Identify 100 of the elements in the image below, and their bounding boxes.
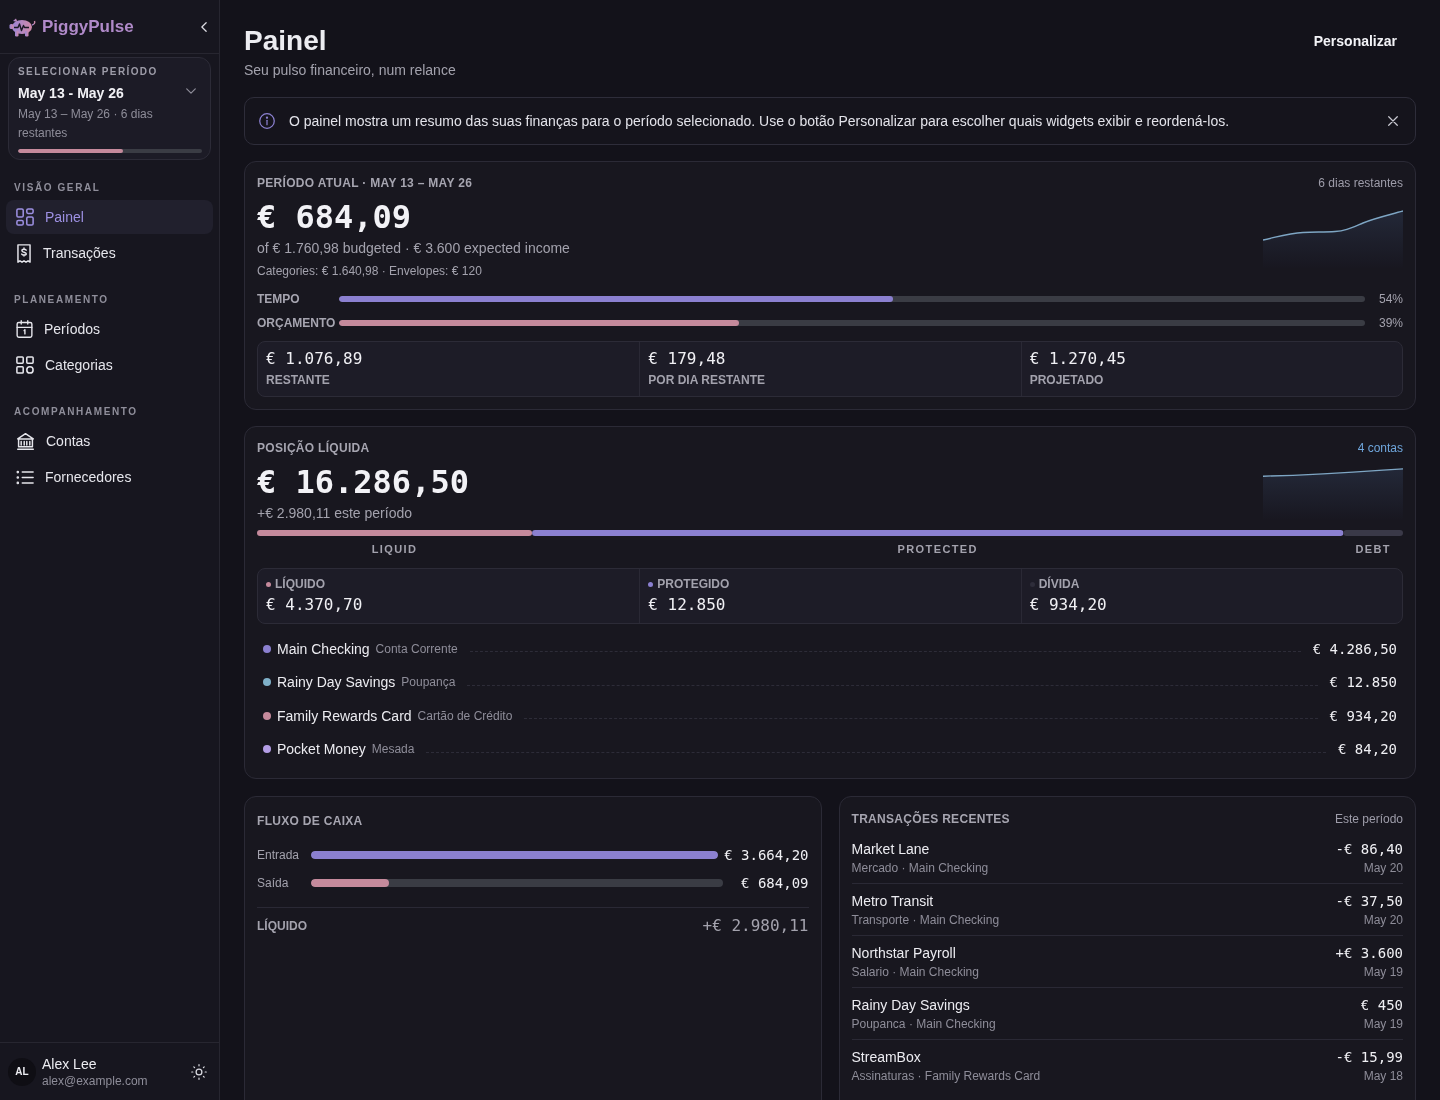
nav-item[interactable]: Categorias <box>6 348 213 382</box>
layout-icon <box>16 208 34 226</box>
card-title: POSIÇÃO LÍQUIDA <box>257 440 371 456</box>
account-type: Mesada <box>371 742 415 757</box>
account-type: Cartão de Crédito <box>417 708 513 723</box>
transaction-date: May 20 <box>1363 912 1403 929</box>
card-title: PERÍODO ATUAL · MAY 13 – MAY 26 <box>257 175 474 191</box>
period-change: +€ 2.980,11 este período <box>257 504 414 522</box>
brand-name: PiggyPulse <box>42 16 135 37</box>
transaction-name: Rainy Day Savings <box>851 996 971 1015</box>
transaction-name: Metro Transit <box>851 892 935 911</box>
account-amount: € 934,20 <box>1329 707 1397 724</box>
net-label: LÍQUIDO <box>257 918 307 933</box>
transaction-name: Market Lane <box>851 840 931 859</box>
segment-label: PROTECTED <box>897 543 978 555</box>
section-title: PLANEAMENTO <box>13 294 110 306</box>
stat-value: € 179,48 <box>648 349 727 369</box>
nav-item[interactable]: Transações <box>6 236 213 270</box>
progress-reading: 54% <box>1377 292 1403 306</box>
account-type: Poupança <box>401 675 456 690</box>
user-email: alex@example.com <box>42 1072 149 1089</box>
progress-label: TEMPO <box>257 292 301 306</box>
accounts-link[interactable]: 4 contas <box>1357 440 1403 456</box>
stat-value: € 1.270,45 <box>1029 349 1127 369</box>
flow-amount: € 684,09 <box>740 875 809 891</box>
segment-label: LIQUID <box>371 543 418 555</box>
stat-label: RESTANTE <box>266 372 331 388</box>
period-selector[interactable]: SELECIONAR PERÍODO May 13 - May 26 May 13 – May 26 · 6 dias restantes <box>8 57 211 160</box>
transaction-meta: Poupanca · Main Checking <box>851 1016 996 1033</box>
progress-label: ORÇAMENTO <box>257 316 337 330</box>
balance-label: LÍQUIDO <box>275 576 325 592</box>
list-icon <box>16 469 34 485</box>
transaction-amount: -€ 37,50 <box>1335 892 1403 911</box>
spent-amount: € 684,09 <box>257 198 413 236</box>
transaction-name: StreamBox <box>851 1048 922 1067</box>
flow-label: Entrada <box>257 848 301 862</box>
banner-text: O painel mostra um resumo das suas finanças para o período selecionado. Use o botão Personalizar para escolher quais widgets exibir e reordená-los. <box>289 113 1231 129</box>
page-subtitle: Seu pulso financeiro, num relance <box>244 61 456 79</box>
calendar-icon <box>16 320 33 338</box>
user-avatar: AL <box>8 1057 36 1086</box>
grid-icon <box>16 356 34 374</box>
transaction-meta: Salario · Main Checking <box>851 964 979 981</box>
period-detail: May 13 – May 26 · 6 dias restantes <box>18 106 154 142</box>
sun-icon[interactable] <box>191 1063 207 1080</box>
balance-label: PROTEGIDO <box>657 576 730 592</box>
bank-icon <box>16 431 35 451</box>
flow-amount: € 3.664,20 <box>724 847 809 863</box>
progress-reading: 39% <box>1377 316 1403 330</box>
transaction-meta: Transporte · Main Checking <box>851 912 1000 929</box>
period-label: SELECIONAR PERÍODO <box>18 66 159 78</box>
nav-item[interactable]: Fornecedores <box>6 460 213 494</box>
stat-label: PROJETADO <box>1029 372 1105 388</box>
receipt-icon <box>16 243 32 263</box>
segment-label: DEBT <box>1355 543 1391 555</box>
pig-icon <box>9 16 36 37</box>
net-worth-amount: € 16.286,50 <box>257 463 469 501</box>
page-title: Painel <box>244 24 328 58</box>
transaction-amount: +€ 3.600 <box>1335 944 1403 963</box>
account-name: Rainy Day Savings <box>277 674 396 691</box>
flow-label: Saída <box>257 876 290 890</box>
chevron-left-icon[interactable] <box>201 21 207 32</box>
account-name: Pocket Money <box>277 741 366 758</box>
transaction-date: May 19 <box>1363 964 1403 981</box>
card-title: TRANSAÇÕES RECENTES <box>851 811 1010 827</box>
card-title: FLUXO DE CAIXA <box>257 814 363 828</box>
transaction-amount: € 450 <box>1360 996 1403 1015</box>
transaction-date: May 18 <box>1363 1068 1403 1085</box>
stat-value: € 1.076,89 <box>266 349 364 369</box>
account-amount: € 4.286,50 <box>1312 640 1397 657</box>
info-icon <box>259 113 275 129</box>
period-filter: Este período <box>1334 811 1403 827</box>
transaction-date: May 20 <box>1363 860 1403 877</box>
customize-button[interactable]: Personalizar <box>1301 25 1416 57</box>
chevron-down-icon[interactable] <box>186 88 196 94</box>
transaction-meta: Mercado · Main Checking <box>851 860 989 877</box>
days-left: 6 dias restantes <box>1318 175 1403 191</box>
transaction-name: Northstar Payroll <box>851 944 957 963</box>
account-amount: € 12.850 <box>1329 674 1397 691</box>
budget-breakdown: Categories: € 1.640,98 · Envelopes: € 120 <box>257 263 483 279</box>
net-amount: +€ 2.980,11 <box>702 916 809 935</box>
balance-value: € 934,20 <box>1029 595 1108 615</box>
balance-label: DÍVIDA <box>1038 576 1080 592</box>
nav-item[interactable]: Painel <box>6 200 213 234</box>
account-name: Family Rewards Card <box>277 707 412 724</box>
budget-summary: of € 1.760,98 budgeted · € 3.600 expected income <box>257 239 570 257</box>
balance-value: € 4.370,70 <box>266 595 364 615</box>
transaction-date: May 19 <box>1363 1016 1403 1033</box>
transaction-amount: -€ 15,99 <box>1335 1048 1403 1067</box>
transaction-meta: Assinaturas · Family Rewards Card <box>851 1068 1041 1085</box>
stat-label: POR DIA RESTANTE <box>648 372 766 388</box>
transaction-amount: -€ 86,40 <box>1335 840 1403 859</box>
section-title: VISÃO GERAL <box>13 182 102 194</box>
account-type: Conta Corrente <box>375 641 458 656</box>
account-name: Main Checking <box>277 640 370 657</box>
section-title: ACOMPANHAMENTO <box>13 406 139 418</box>
nav-item[interactable]: Períodos <box>6 312 213 346</box>
user-name: Alex Lee <box>42 1054 98 1073</box>
nav-item[interactable]: Contas <box>6 424 213 458</box>
account-amount: € 84,20 <box>1338 741 1397 758</box>
close-icon[interactable] <box>1388 116 1398 126</box>
